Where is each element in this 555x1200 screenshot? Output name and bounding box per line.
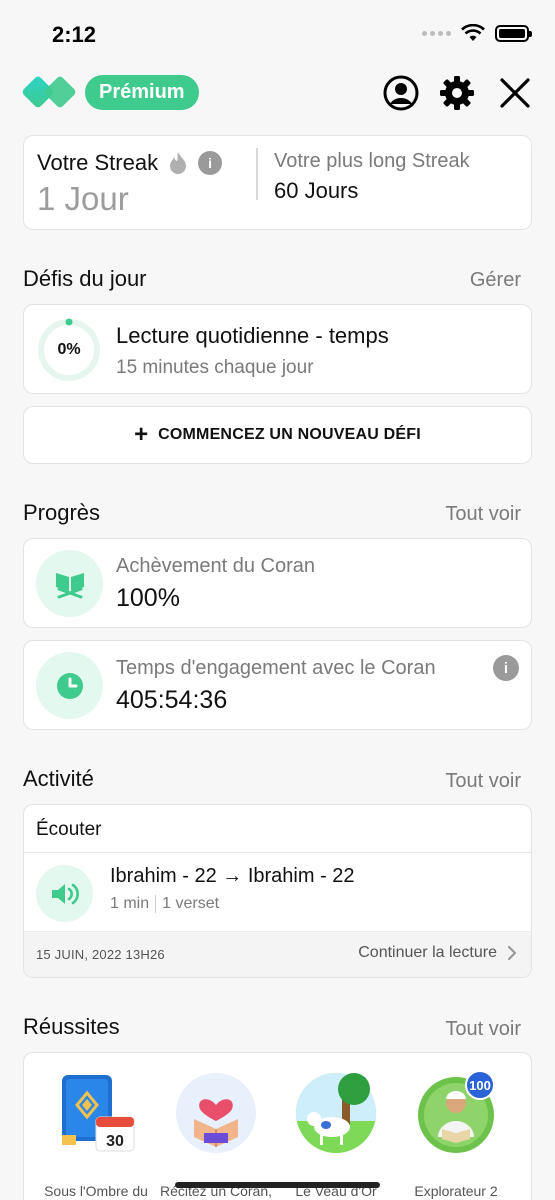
achievements-card: 30 Sous l'Ombre du Coran Récitez un Cora…: [23, 1052, 532, 1200]
streak-info-icon[interactable]: i: [198, 151, 223, 175]
close-icon: [500, 78, 530, 108]
longest-streak-label: Votre plus long Streak: [274, 150, 470, 172]
flame-icon: [170, 152, 187, 174]
challenge-card[interactable]: 0% Lecture quotidienne - temps 15 minute…: [23, 304, 532, 394]
completion-label: Achèvement du Coran: [116, 555, 316, 577]
divider: [256, 148, 258, 200]
achievement-label: Sous l'Ombre du Coran: [44, 1183, 148, 1199]
calendar-book-icon: 30: [62, 1075, 135, 1152]
signal-icon: [422, 30, 451, 36]
chevron-right-icon: [507, 945, 517, 961]
longest-streak-value: 60 Jours: [274, 178, 359, 203]
user-icon: [383, 75, 419, 111]
divider: [24, 852, 531, 853]
activity-meta: 1 min 1 verset: [110, 895, 219, 913]
achievement-item[interactable]: 30 Sous l'Ombre du Coran: [36, 1071, 156, 1200]
activity-type: Écouter: [36, 819, 102, 840]
activity-see-all[interactable]: Tout voir: [445, 770, 521, 793]
settings-button[interactable]: [438, 74, 476, 112]
achievement-label: Explorateur 2: [414, 1183, 498, 1199]
status-time: 2:12: [52, 22, 97, 47]
reader-icon: 100: [418, 1070, 495, 1153]
status-indicators: [422, 24, 532, 42]
engagement-info-icon[interactable]: i: [493, 655, 519, 681]
achievements-see-all[interactable]: Tout voir: [445, 1018, 521, 1041]
quran-book-icon: [36, 550, 103, 617]
challenge-title: Lecture quotidienne - temps: [116, 323, 389, 348]
clock-icon: [36, 652, 103, 719]
profile-button[interactable]: [382, 74, 420, 112]
activity-duration: 1 min: [110, 895, 150, 912]
continue-reading-button[interactable]: Continuer la lecture: [358, 944, 517, 962]
streak-label: Votre Streak: [37, 150, 159, 175]
manage-link[interactable]: Gérer: [470, 269, 521, 292]
streak-card: Votre Streak i 1 Jour Votre plus long St…: [23, 135, 532, 230]
completion-value: 100%: [116, 584, 180, 612]
streak-value: 1 Jour: [37, 180, 129, 217]
activity-title: Activité: [23, 766, 94, 791]
header: Prémium: [22, 72, 533, 114]
wifi-icon: [461, 24, 485, 41]
plus-icon: +: [134, 421, 149, 448]
calf-icon: [296, 1073, 376, 1153]
home-indicator[interactable]: [175, 1182, 380, 1188]
speaker-icon: [36, 865, 93, 922]
challenge-subtitle: 15 minutes chaque jour: [116, 357, 314, 378]
calendar-day: 30: [106, 1133, 124, 1150]
premium-badge[interactable]: Prémium: [85, 75, 199, 110]
gear-icon: [440, 76, 474, 110]
achievement-item[interactable]: 100 Explorateur 2: [396, 1070, 516, 1200]
achievements-title: Réussites: [23, 1014, 120, 1039]
new-challenge-label: COMMENCEZ UN NOUVEAU DÉFI: [158, 426, 421, 443]
engagement-value: 405:54:36: [116, 686, 228, 714]
close-button[interactable]: [496, 74, 534, 112]
challenge-percent: 0%: [57, 341, 81, 358]
progress-title: Progrès: [23, 500, 101, 525]
activity-footer: 15 JUIN, 2022 13H26 Continuer la lecture: [24, 931, 531, 977]
challenges-title: Défis du jour: [23, 266, 147, 291]
activity-range: Ibrahim - 22 → Ibrahim - 22: [110, 865, 355, 887]
new-challenge-button[interactable]: + COMMENCEZ UN NOUVEAU DÉFI: [23, 406, 532, 464]
status-bar: 2:12: [0, 0, 555, 70]
achievement-count: 100: [469, 1078, 491, 1093]
quran-completion-card[interactable]: Achèvement du Coran 100%: [23, 538, 532, 628]
continue-reading-label: Continuer la lecture: [358, 944, 497, 961]
battery-icon: [495, 24, 532, 42]
app-logo: [22, 76, 76, 108]
engagement-label: Temps d'engagement avec le Coran: [116, 657, 436, 679]
engagement-time-card[interactable]: Temps d'engagement avec le Coran 405:54:…: [23, 640, 532, 730]
activity-card[interactable]: Écouter Ibrahim - 22 → Ibrahim - 22 1 mi…: [23, 804, 532, 978]
achievement-item[interactable]: Le Veau d'Or: [276, 1071, 396, 1200]
progress-see-all[interactable]: Tout voir: [445, 503, 521, 526]
heart-hands-icon: [176, 1073, 256, 1153]
activity-date: 15 JUIN, 2022 13H26: [36, 947, 165, 962]
achievement-item[interactable]: Récitez un Coran, Donnez un Coran: [156, 1071, 276, 1200]
activity-verses: 1 verset: [162, 895, 220, 912]
